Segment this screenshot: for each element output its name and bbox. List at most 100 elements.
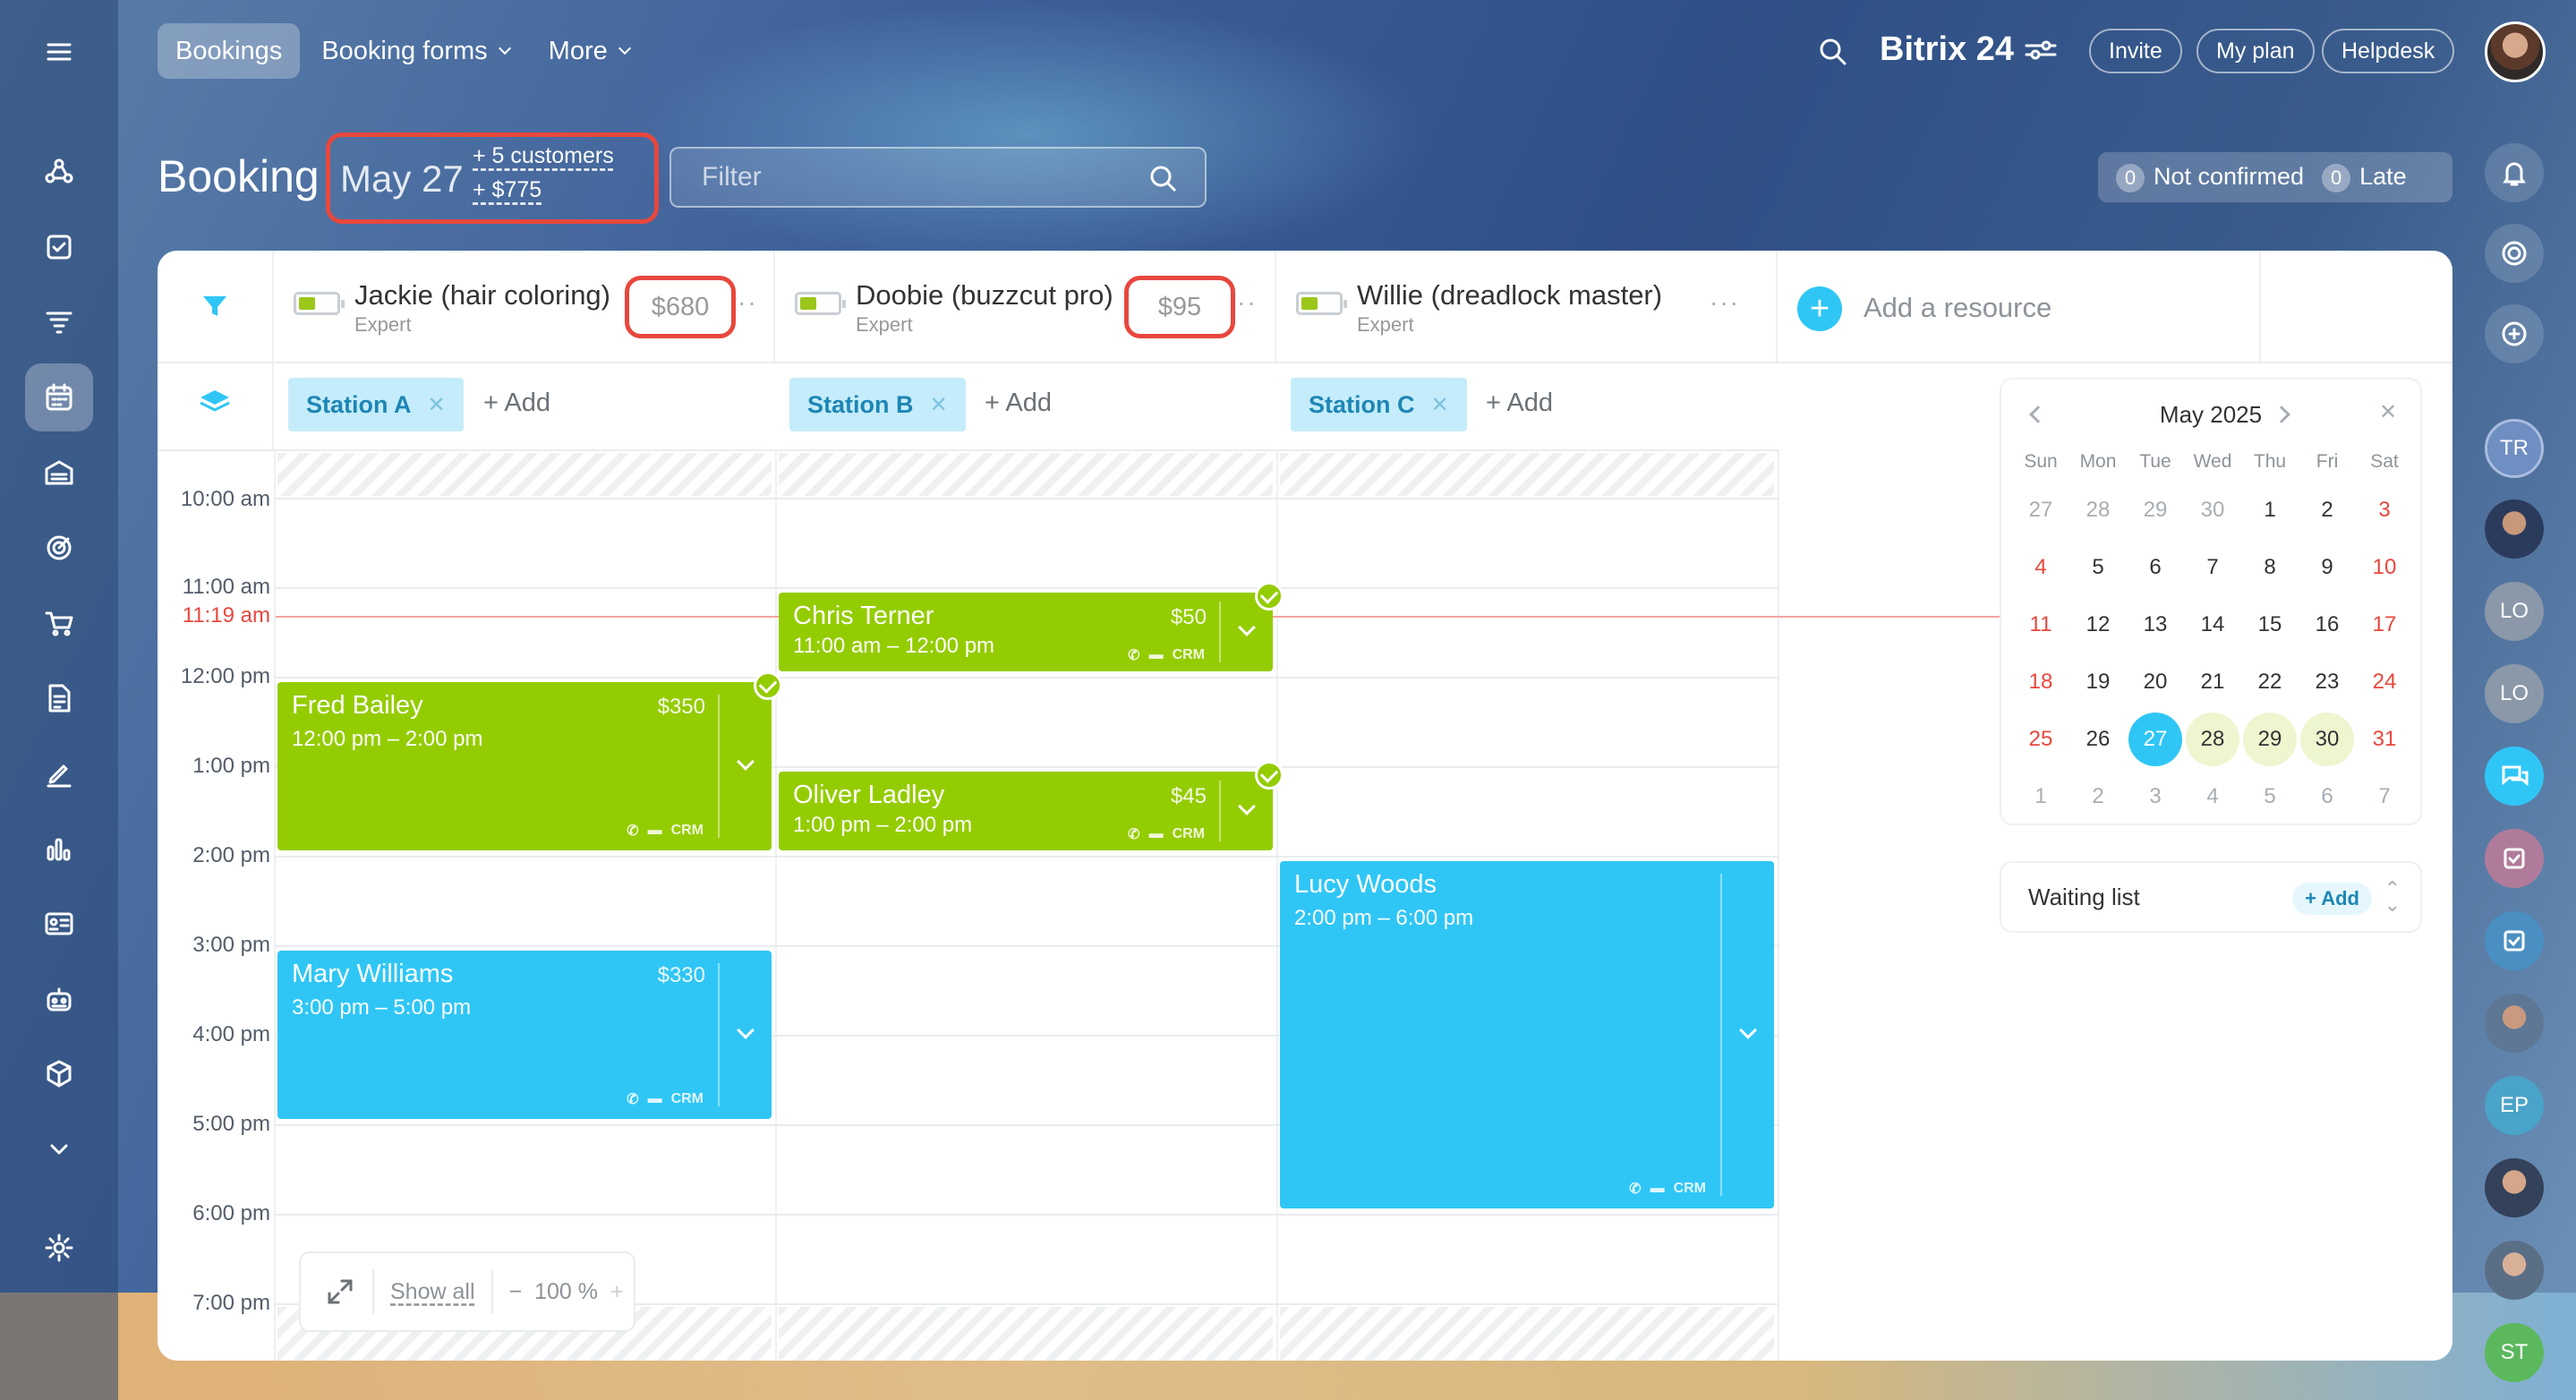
calendar-day[interactable]: 8 bbox=[2241, 539, 2299, 596]
calendar-day[interactable]: 28 bbox=[2184, 711, 2241, 768]
resource-header-willie[interactable]: Willie (dreadlock master) Expert ··· bbox=[1276, 251, 1778, 362]
close-icon[interactable]: ✕ bbox=[930, 392, 948, 418]
bitrix-logo[interactable]: Bitrix 24 bbox=[1880, 30, 2059, 69]
contact-avatar-lo[interactable]: LO bbox=[2485, 582, 2544, 641]
phone-icon[interactable]: ✆ bbox=[1128, 825, 1139, 843]
filter-funnel-icon[interactable] bbox=[199, 290, 231, 322]
expand-icon[interactable] bbox=[324, 1276, 356, 1308]
calendar-day[interactable]: 3 bbox=[2127, 768, 2184, 825]
customers-count[interactable]: + 5 customers bbox=[473, 143, 614, 169]
add-station-button[interactable]: + Add bbox=[483, 388, 550, 418]
calendar-day[interactable]: 2 bbox=[2069, 768, 2127, 825]
booking-oliver-ladley[interactable]: Oliver Ladley 1:00 pm – 2:00 pm $45 ✆ ▬ CR… bbox=[779, 761, 1284, 850]
calendar-day[interactable]: 7 bbox=[2356, 768, 2413, 825]
calendar-day[interactable]: 4 bbox=[2184, 768, 2241, 825]
tab-booking-forms[interactable]: Booking forms bbox=[303, 23, 526, 79]
chevron-down-icon[interactable] bbox=[25, 1115, 93, 1183]
calendar-day[interactable]: 16 bbox=[2299, 596, 2356, 653]
add-resource-button[interactable]: + Add a resource bbox=[1778, 251, 2261, 362]
search-icon[interactable] bbox=[1817, 36, 1849, 68]
phone-icon[interactable]: ✆ bbox=[1128, 646, 1139, 664]
calendar-day[interactable]: 26 bbox=[2069, 711, 2127, 768]
crm-icon[interactable] bbox=[25, 138, 93, 206]
document-icon[interactable] bbox=[25, 664, 93, 732]
more-icon[interactable]: ·· bbox=[738, 288, 758, 317]
filter-input[interactable]: Filter bbox=[670, 147, 1207, 208]
contact-avatar-ep[interactable]: EP bbox=[2485, 1076, 2544, 1135]
calendar-day[interactable]: 19 bbox=[2069, 653, 2127, 711]
task-checkbox-icon-2[interactable] bbox=[2485, 911, 2544, 970]
analytics-icon[interactable] bbox=[25, 815, 93, 883]
calendar-day[interactable]: 25 bbox=[2012, 711, 2069, 768]
calendar-day[interactable]: 10 bbox=[2356, 539, 2413, 596]
message-icon[interactable]: ▬ bbox=[648, 823, 662, 839]
calendar-day[interactable]: 23 bbox=[2299, 653, 2356, 711]
chat-group-icon[interactable] bbox=[2485, 747, 2544, 806]
booking-lucy-woods[interactable]: Lucy Woods 2:00 pm – 6:00 pm ✆ ▬ CRM bbox=[1280, 861, 1774, 1208]
calendar-day[interactable]: 30 bbox=[2299, 711, 2356, 768]
booking-fred-bailey[interactable]: Fred Bailey 12:00 pm – 2:00 pm $350 ✆ ▬ CR… bbox=[277, 671, 782, 850]
calendar-day[interactable]: 12 bbox=[2069, 596, 2127, 653]
current-date[interactable]: May 27 bbox=[340, 158, 464, 201]
booking-chris-terner[interactable]: Chris Terner 11:00 am – 12:00 pm $50 ✆ ▬ C… bbox=[779, 582, 1284, 671]
phone-icon[interactable]: ✆ bbox=[627, 1090, 638, 1108]
calendar-day[interactable]: 4 bbox=[2012, 539, 2069, 596]
chevron-down-icon[interactable] bbox=[1238, 619, 1256, 636]
tab-more[interactable]: More bbox=[531, 23, 647, 79]
calendar-day[interactable]: 1 bbox=[2241, 482, 2299, 539]
late-filter[interactable]: 0 Late bbox=[2322, 163, 2407, 192]
message-icon[interactable]: ▬ bbox=[1149, 647, 1164, 663]
chevron-down-icon[interactable] bbox=[1739, 1021, 1757, 1039]
calendar-day[interactable]: 13 bbox=[2127, 596, 2184, 653]
calendar-day[interactable]: 3 bbox=[2356, 482, 2413, 539]
cart-icon[interactable] bbox=[25, 589, 93, 657]
calendar-day[interactable]: 29 bbox=[2241, 711, 2299, 768]
contact-avatar-st[interactable]: ST bbox=[2485, 1323, 2544, 1382]
more-icon[interactable]: ··· bbox=[1710, 288, 1740, 317]
box-icon[interactable] bbox=[25, 1040, 93, 1108]
target-icon[interactable] bbox=[25, 514, 93, 582]
calendar-day[interactable]: 30 bbox=[2184, 482, 2241, 539]
chat-search-icon[interactable] bbox=[2485, 304, 2544, 363]
station-a-chip[interactable]: Station A ✕ bbox=[288, 378, 464, 431]
contact-avatar-tr[interactable]: TR bbox=[2485, 419, 2544, 478]
funnel-icon[interactable] bbox=[25, 288, 93, 356]
robot-icon[interactable] bbox=[25, 965, 93, 1033]
calendar-day[interactable]: 6 bbox=[2299, 768, 2356, 825]
close-icon[interactable]: ✕ bbox=[428, 392, 446, 418]
calendar-day[interactable]: 14 bbox=[2184, 596, 2241, 653]
calendar-day[interactable]: 9 bbox=[2299, 539, 2356, 596]
layers-icon[interactable] bbox=[197, 385, 233, 417]
add-station-button[interactable]: + Add bbox=[1486, 388, 1553, 418]
close-icon[interactable]: ✕ bbox=[1431, 392, 1449, 418]
station-c-chip[interactable]: Station C ✕ bbox=[1291, 378, 1467, 431]
zoom-out-button[interactable]: − bbox=[509, 1279, 523, 1305]
calendar-day[interactable]: 31 bbox=[2356, 711, 2413, 768]
menu-icon[interactable] bbox=[25, 18, 93, 86]
booking-mary-williams[interactable]: Mary Williams 3:00 pm – 5:00 pm $330 ✆ ▬ C… bbox=[277, 951, 772, 1119]
calendar-day[interactable]: 17 bbox=[2356, 596, 2413, 653]
contact-avatar-4[interactable] bbox=[2485, 1158, 2544, 1217]
message-icon[interactable]: ▬ bbox=[648, 1091, 662, 1107]
user-avatar[interactable] bbox=[2485, 21, 2546, 82]
contact-avatar-3[interactable] bbox=[2485, 994, 2544, 1053]
calendar-day[interactable]: 15 bbox=[2241, 596, 2299, 653]
add-station-button[interactable]: + Add bbox=[985, 388, 1052, 418]
calendar-day[interactable]: 11 bbox=[2012, 596, 2069, 653]
crm-icon[interactable]: CRM bbox=[671, 1091, 704, 1107]
revenue-total[interactable]: + $775 bbox=[473, 177, 542, 203]
contact-avatar-5[interactable] bbox=[2485, 1241, 2544, 1300]
station-b-chip[interactable]: Station B ✕ bbox=[789, 378, 966, 431]
calendar-day[interactable]: 21 bbox=[2184, 653, 2241, 711]
tasks-icon[interactable] bbox=[25, 213, 93, 281]
calendar-day[interactable]: 18 bbox=[2012, 653, 2069, 711]
helpdesk-button[interactable]: Helpdesk bbox=[2322, 29, 2455, 73]
contact-avatar-lo-2[interactable]: LO bbox=[2485, 664, 2544, 723]
calendar-day[interactable]: 22 bbox=[2241, 653, 2299, 711]
more-icon[interactable]: ·· bbox=[1237, 288, 1258, 317]
show-all-link[interactable]: Show all bbox=[390, 1279, 475, 1305]
calendar-day[interactable]: 27 bbox=[2127, 711, 2184, 768]
my-plan-button[interactable]: My plan bbox=[2196, 29, 2315, 73]
resource-header-jackie[interactable]: Jackie (hair coloring) Expert $680 ·· bbox=[274, 251, 775, 362]
calendar-day[interactable]: 24 bbox=[2356, 653, 2413, 711]
